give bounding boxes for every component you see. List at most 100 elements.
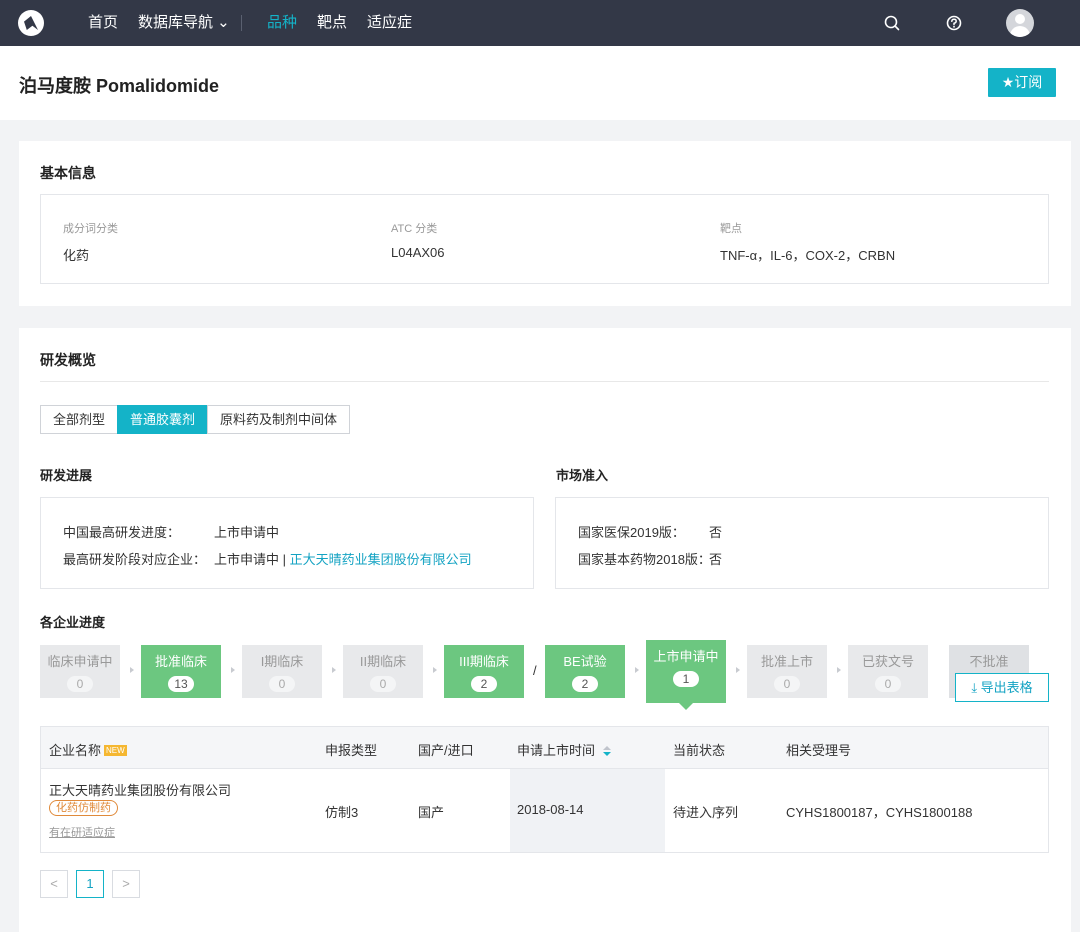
stage-arrow	[332, 667, 336, 673]
info-label-target: 靶点	[720, 223, 742, 235]
stage-count: 0	[370, 676, 396, 692]
stage-label: 不批准	[969, 654, 1009, 669]
stage-arrow	[231, 667, 235, 673]
search-icon[interactable]	[882, 13, 902, 33]
stage-be-trial[interactable]: BE试验 2	[545, 645, 625, 698]
rd-overview-title: 研发概览	[40, 352, 96, 368]
new-badge: NEW	[104, 745, 127, 756]
th-date[interactable]: 申请上市时间	[517, 740, 612, 759]
stage-phase-3[interactable]: III期临床 2	[444, 645, 524, 698]
avatar[interactable]	[1006, 9, 1034, 37]
dosage-tabs: 全部剂型 普通胶囊剂 原料药及制剂中间体	[40, 405, 351, 434]
stage-label: 上市申请中	[653, 649, 719, 664]
page-title: 泊马度胺 Pomalidomide	[19, 76, 220, 96]
subscribe-button[interactable]: ★订阅	[988, 68, 1056, 97]
nav-database[interactable]: 数据库导航 ⌄	[138, 14, 230, 32]
info-label-category: 成分词分类	[63, 223, 118, 235]
indication-link[interactable]: 有在研适应症	[49, 824, 115, 840]
th-status: 当前状态	[673, 743, 726, 758]
help-icon[interactable]	[944, 13, 964, 33]
stage-arrow	[433, 667, 437, 673]
market-title: 市场准入	[556, 468, 609, 483]
drug-type-tag: 化药仿制药	[49, 800, 118, 816]
th-company: 企业名称 NEW	[49, 740, 127, 759]
market-value-insurance: 否	[709, 525, 723, 540]
tab-api[interactable]: 原料药及制剂中间体	[207, 405, 351, 434]
sort-icon[interactable]	[603, 746, 612, 756]
market-label-insurance: 国家医保2019版：	[578, 525, 685, 540]
cell-date: 2018-08-14	[517, 802, 584, 817]
th-company-label: 企业名称	[49, 743, 102, 758]
info-value-target: TNF-α，IL-6，COX-2，CRBN	[720, 248, 896, 263]
stage-arrow	[837, 667, 841, 673]
progress-title: 研发进展	[40, 468, 93, 483]
progress-label-cn: 中国最高研发进度：	[63, 525, 181, 540]
stage-count: 1	[673, 671, 699, 687]
stage-separator: /	[533, 663, 537, 678]
nav-divider	[241, 15, 242, 31]
th-type: 申报类型	[325, 743, 378, 758]
nav-home[interactable]: 首页	[88, 14, 118, 32]
stage-phase-1[interactable]: I期临床 0	[242, 645, 322, 698]
rd-overview-card: 研发概览 全部剂型 普通胶囊剂 原料药及制剂中间体 研发进展 市场准入 中国最高…	[19, 328, 1071, 932]
logo[interactable]	[18, 10, 44, 36]
basic-info-title: 基本信息	[40, 165, 96, 181]
section-divider	[40, 381, 1049, 382]
nav-variety[interactable]: 品种	[267, 14, 297, 32]
th-acceptance: 相关受理号	[786, 743, 852, 758]
cell-type: 仿制3	[325, 805, 359, 820]
title-bar: 泊马度胺 Pomalidomide ★订阅	[0, 46, 1080, 120]
progress-company-link[interactable]: 正大天晴药业集团股份有限公司	[290, 552, 472, 567]
company-link[interactable]: 正大天晴药业集团股份有限公司	[49, 780, 231, 799]
prev-page-button[interactable]: <	[40, 870, 68, 898]
stage-count: 0	[875, 676, 901, 692]
stage-arrow	[130, 667, 134, 673]
stage-market-application[interactable]: 上市申请中 1	[646, 640, 726, 710]
stage-label: III期临床	[459, 654, 509, 669]
progress-value-cn: 上市申请中	[214, 525, 280, 540]
stage-label: 批准临床	[154, 654, 207, 669]
table-header: 企业名称 NEW 申报类型 国产/进口 申请上市时间 当前状态 相关受理号	[41, 727, 1048, 769]
stage-count: 0	[67, 676, 93, 692]
th-origin: 国产/进口	[418, 743, 474, 758]
company-table: 企业名称 NEW 申报类型 国产/进口 申请上市时间 当前状态 相关受理号 正大天…	[40, 726, 1049, 853]
tab-all-dosage[interactable]: 全部剂型	[40, 405, 119, 434]
stage-count: 13	[168, 676, 194, 692]
stage-arrow	[736, 667, 740, 673]
stage-label: 已获文号	[861, 654, 914, 669]
stage-clinical-approved[interactable]: 批准临床 13	[141, 645, 221, 698]
next-page-button[interactable]: >	[112, 870, 140, 898]
nav-target[interactable]: 靶点	[317, 14, 347, 32]
market-box: 国家医保2019版： 否 国家基本药物2018版： 否	[555, 497, 1049, 589]
stage-label: 批准上市	[760, 654, 813, 669]
stage-license-obtained[interactable]: 已获文号 0	[848, 645, 928, 698]
progress-label-company: 最高研发阶段对应企业：	[63, 552, 207, 567]
stage-label: BE试验	[563, 654, 607, 669]
cell-origin: 国产	[418, 805, 445, 820]
stage-label: II期临床	[359, 654, 407, 669]
stage-count: 2	[471, 676, 497, 692]
stage-count: 0	[774, 676, 800, 692]
stage-count: 0	[269, 676, 295, 692]
stages-title: 各企业进度	[40, 615, 106, 630]
stage-arrow	[635, 667, 639, 673]
tab-capsule[interactable]: 普通胶囊剂	[117, 405, 209, 434]
nav-indication[interactable]: 适应症	[367, 14, 412, 32]
th-date-label: 申请上市时间	[517, 743, 596, 758]
stage-phase-2[interactable]: II期临床 0	[343, 645, 423, 698]
market-label-essential: 国家基本药物2018版：	[578, 552, 711, 567]
export-table-button[interactable]: ⤓ 导出表格	[955, 673, 1049, 702]
market-value-essential: 否	[709, 552, 723, 567]
info-value-category: 化药	[63, 248, 90, 263]
progress-value-company: 上市申请中 | 正大天晴药业集团股份有限公司	[214, 549, 472, 568]
basic-info-box: 成分词分类 化药 ATC 分类 L04AX06 靶点 TNF-α，IL-6，CO…	[40, 194, 1049, 284]
info-label-atc: ATC 分类	[391, 223, 438, 235]
stage-approved-market[interactable]: 批准上市 0	[747, 645, 827, 698]
progress-stage-text: 上市申请中 |	[214, 552, 290, 567]
top-nav: 首页 数据库导航 ⌄ 品种 靶点 适应症	[0, 0, 1080, 46]
stage-clinical-application[interactable]: 临床申请中 0	[40, 645, 120, 698]
info-value-atc: L04AX06	[391, 245, 445, 260]
stage-label: I期临床	[260, 654, 304, 669]
acceptance-links[interactable]: CYHS1800187，CYHS1800188	[786, 802, 972, 821]
page-1-button[interactable]: 1	[76, 870, 104, 898]
